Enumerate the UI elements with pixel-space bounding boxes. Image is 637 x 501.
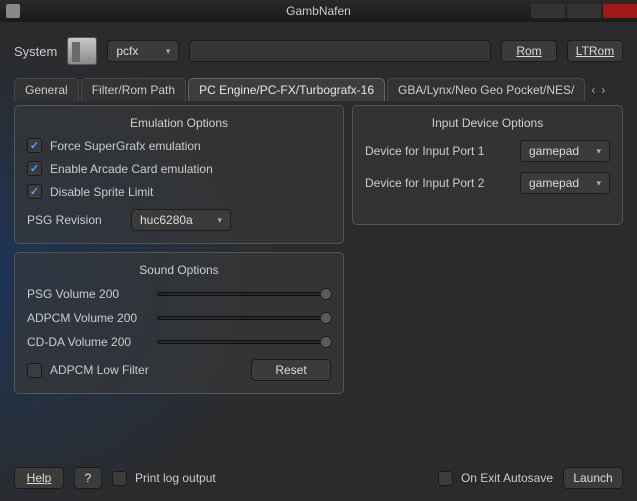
sound-options-title: Sound Options: [27, 263, 331, 277]
titlebar: GambNafen: [0, 0, 637, 22]
adpcm-low-filter-label: ADPCM Low Filter: [50, 363, 149, 377]
system-icon[interactable]: [67, 37, 97, 65]
system-toolbar: System pcfx ▾ Rom LTRom: [14, 32, 623, 70]
client-area: System pcfx ▾ Rom LTRom General Filter/R…: [0, 22, 637, 501]
launch-button[interactable]: Launch: [563, 467, 623, 489]
emulation-options-title: Emulation Options: [27, 116, 331, 130]
tab-general[interactable]: General: [14, 78, 79, 101]
input-port1-row: Device for Input Port 1 gamepad ▾: [365, 140, 610, 162]
system-select-value: pcfx: [116, 44, 138, 58]
slider-thumb[interactable]: [320, 312, 332, 324]
left-column: Emulation Options ✓ Force SuperGrafx emu…: [14, 105, 344, 394]
system-select[interactable]: pcfx ▾: [107, 40, 179, 62]
tab-scroll-left-icon[interactable]: ‹: [591, 83, 595, 97]
autosave-checkbox[interactable]: ✓: [438, 471, 453, 486]
rom-path-input[interactable]: [189, 40, 491, 62]
sound-bottom-row: ✓ ADPCM Low Filter Reset: [27, 359, 331, 381]
psg-revision-label: PSG Revision: [27, 213, 117, 227]
adpcm-low-filter-checkbox[interactable]: ✓: [27, 363, 42, 378]
adpcm-volume-row: ADPCM Volume 200: [27, 311, 331, 325]
window-title: GambNafen: [286, 4, 351, 18]
tab-pcengine-pcfx-tg16[interactable]: PC Engine/PC-FX/Turbografx-16: [188, 78, 385, 101]
main-panels: Emulation Options ✓ Force SuperGrafx emu…: [14, 105, 623, 394]
cdda-volume-row: CD-DA Volume 200: [27, 335, 331, 349]
force-supergrafx-checkbox[interactable]: ✓: [27, 138, 42, 153]
system-label: System: [14, 44, 57, 59]
psg-volume-row: PSG Volume 200: [27, 287, 331, 301]
print-log-checkbox[interactable]: ✓: [112, 471, 127, 486]
psg-revision-row: PSG Revision huc6280a ▾: [27, 209, 331, 231]
arcade-card-checkbox[interactable]: ✓: [27, 161, 42, 176]
emulation-options-group: Emulation Options ✓ Force SuperGrafx emu…: [14, 105, 344, 244]
chevron-down-icon: ▾: [166, 46, 171, 57]
psg-revision-select[interactable]: huc6280a ▾: [131, 209, 231, 231]
input-port2-label: Device for Input Port 2: [365, 176, 484, 190]
input-port1-select[interactable]: gamepad ▾: [520, 140, 610, 162]
footer-bar: Help ? ✓ Print log output ✓ On Exit Auto…: [14, 467, 623, 489]
print-log-row[interactable]: ✓ Print log output: [112, 471, 216, 486]
print-log-label: Print log output: [135, 471, 216, 485]
chevron-down-icon: ▾: [217, 215, 222, 226]
cdda-volume-slider[interactable]: [157, 340, 331, 344]
cdda-volume-label: CD-DA Volume 200: [27, 335, 157, 349]
psg-volume-slider[interactable]: [157, 292, 331, 296]
tab-scroll-right-icon[interactable]: ›: [601, 83, 605, 97]
psg-revision-value: huc6280a: [140, 213, 193, 227]
rom-button[interactable]: Rom: [501, 40, 557, 62]
tab-scroll-controls: ‹ ›: [591, 83, 605, 97]
input-port1-value: gamepad: [529, 144, 579, 158]
tab-bar: General Filter/Rom Path PC Engine/PC-FX/…: [14, 78, 623, 101]
input-port2-value: gamepad: [529, 176, 579, 190]
force-supergrafx-label: Force SuperGrafx emulation: [50, 139, 201, 153]
adpcm-low-filter-row[interactable]: ✓ ADPCM Low Filter: [27, 363, 149, 378]
arcade-card-label: Enable Arcade Card emulation: [50, 162, 213, 176]
window-controls: [529, 4, 637, 18]
ltrom-button[interactable]: LTRom: [567, 40, 623, 62]
input-port2-select[interactable]: gamepad ▾: [520, 172, 610, 194]
force-supergrafx-row[interactable]: ✓ Force SuperGrafx emulation: [27, 138, 331, 153]
minimize-button[interactable]: [531, 4, 565, 18]
maximize-button[interactable]: [567, 4, 601, 18]
slider-thumb[interactable]: [320, 288, 332, 300]
slider-thumb[interactable]: [320, 336, 332, 348]
chevron-down-icon: ▾: [596, 146, 601, 157]
psg-volume-label: PSG Volume 200: [27, 287, 157, 301]
chevron-down-icon: ▾: [596, 178, 601, 189]
autosave-row[interactable]: ✓ On Exit Autosave: [438, 471, 553, 486]
disable-sprite-checkbox[interactable]: ✓: [27, 184, 42, 199]
tab-gba-lynx-ngp-nes[interactable]: GBA/Lynx/Neo Geo Pocket/NES/: [387, 78, 585, 101]
help-question-button[interactable]: ?: [74, 467, 102, 489]
arcade-card-row[interactable]: ✓ Enable Arcade Card emulation: [27, 161, 331, 176]
disable-sprite-label: Disable Sprite Limit: [50, 185, 153, 199]
adpcm-volume-label: ADPCM Volume 200: [27, 311, 157, 325]
app-window: GambNafen System pcfx ▾ Rom LTRom Genera…: [0, 0, 637, 501]
reset-button[interactable]: Reset: [251, 359, 331, 381]
input-port2-row: Device for Input Port 2 gamepad ▾: [365, 172, 610, 194]
app-icon: [6, 4, 20, 18]
input-port1-label: Device for Input Port 1: [365, 144, 484, 158]
help-button[interactable]: Help: [14, 467, 64, 489]
input-device-title: Input Device Options: [365, 116, 610, 130]
input-device-group: Input Device Options Device for Input Po…: [352, 105, 623, 225]
right-column: Input Device Options Device for Input Po…: [352, 105, 623, 394]
sound-options-group: Sound Options PSG Volume 200 ADPCM Volum…: [14, 252, 344, 394]
autosave-label: On Exit Autosave: [461, 471, 553, 485]
adpcm-volume-slider[interactable]: [157, 316, 331, 320]
disable-sprite-row[interactable]: ✓ Disable Sprite Limit: [27, 184, 331, 199]
close-button[interactable]: [603, 4, 637, 18]
tab-filter-rom-path[interactable]: Filter/Rom Path: [81, 78, 186, 101]
